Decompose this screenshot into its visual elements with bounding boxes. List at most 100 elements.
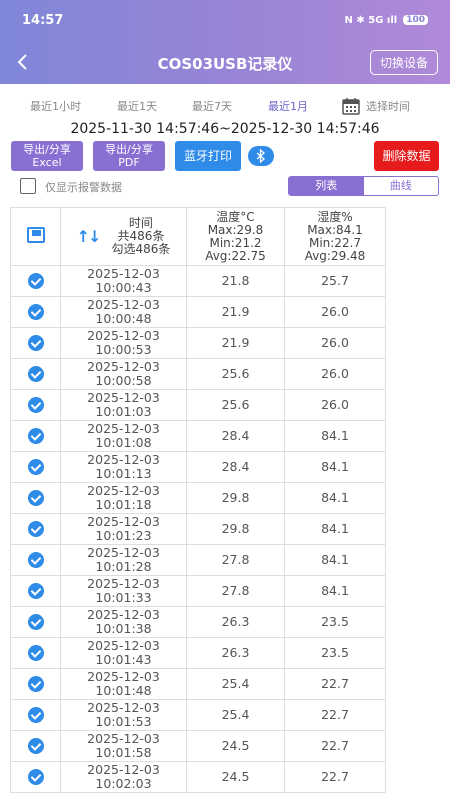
temp-avg: Avg:22.75: [205, 248, 266, 263]
row-date: 2025-12-03: [87, 545, 160, 560]
row-checkbox[interactable]: [27, 304, 44, 320]
table-row[interactable]: 2025-12-03 10:01:13 28.4 84.1: [10, 451, 386, 483]
action-row: 导出/分享 Excel 导出/分享 PDF 蓝牙打印 删除数据: [0, 141, 450, 171]
row-time-cell: 2025-12-03 10:01:13: [60, 451, 187, 483]
row-checkbox[interactable]: [27, 738, 44, 754]
table-row[interactable]: 2025-12-03 10:01:53 25.4 22.7: [10, 699, 386, 731]
row-time-cell: 2025-12-03 10:01:58: [60, 730, 187, 762]
row-time-cell: 2025-12-03 10:01:48: [60, 668, 187, 700]
row-temp-cell: 27.8: [186, 544, 285, 576]
row-checkbox[interactable]: [27, 676, 44, 692]
table-row[interactable]: 2025-12-03 10:01:38 26.3 23.5: [10, 606, 386, 638]
row-temp-cell: 28.4: [186, 420, 285, 452]
row-temp-cell: 21.9: [186, 296, 285, 328]
row-checkbox[interactable]: [27, 490, 44, 506]
tab-last-day[interactable]: 最近1天: [117, 98, 157, 114]
row-humidity-cell: 26.0: [284, 389, 386, 421]
row-checkbox[interactable]: [27, 459, 44, 475]
row-checkbox[interactable]: [27, 335, 44, 351]
row-time-cell: 2025-12-03 10:01:53: [60, 699, 187, 731]
table-row[interactable]: 2025-12-03 10:00:53 21.9 26.0: [10, 327, 386, 359]
pick-time-button[interactable]: 选择时间: [342, 97, 410, 115]
row-checkbox[interactable]: [27, 707, 44, 723]
export-pdf-button[interactable]: 导出/分享 PDF: [93, 141, 165, 171]
row-time-cell: 2025-12-03 10:00:58: [60, 358, 187, 390]
table-row[interactable]: 2025-12-03 10:00:48 21.9 26.0: [10, 296, 386, 328]
data-table-container: ↑↓ 时间 共486条 勾选486条 温度°C Max:29.8 Min:21.…: [10, 207, 386, 793]
row-time-cell: 2025-12-03 10:01:03: [60, 389, 187, 421]
row-select-cell: [10, 606, 61, 638]
view-toggle: 列表 曲线: [288, 176, 439, 196]
row-checkbox[interactable]: [27, 552, 44, 568]
signal-icons: N ✱ 5G ıll: [344, 14, 398, 26]
row-humidity-cell: 84.1: [284, 544, 386, 576]
row-temp-cell: 26.3: [186, 606, 285, 638]
bluetooth-icon[interactable]: [248, 146, 274, 166]
row-checkbox[interactable]: [27, 273, 44, 289]
row-checkbox[interactable]: [27, 366, 44, 382]
row-checkbox[interactable]: [27, 583, 44, 599]
row-select-cell: [10, 699, 61, 731]
row-checkbox[interactable]: [27, 428, 44, 444]
row-humidity-cell: 84.1: [284, 451, 386, 483]
select-all-checkbox[interactable]: [26, 227, 45, 243]
row-select-cell: [10, 482, 61, 514]
bluetooth-print-button[interactable]: 蓝牙打印: [175, 141, 241, 171]
table-row[interactable]: 2025-12-03 10:01:28 27.8 84.1: [10, 544, 386, 576]
row-checkbox[interactable]: [27, 645, 44, 661]
row-humidity-cell: 22.7: [284, 761, 386, 793]
row-humidity-cell: 26.0: [284, 358, 386, 390]
row-time: 10:01:08: [95, 435, 152, 450]
table-row[interactable]: 2025-12-03 10:00:43 21.8 25.7: [10, 265, 386, 297]
row-checkbox[interactable]: [27, 614, 44, 630]
row-humidity-cell: 26.0: [284, 327, 386, 359]
row-time-cell: 2025-12-03 10:01:23: [60, 513, 187, 545]
row-time: 10:01:13: [95, 466, 152, 481]
view-list-tab[interactable]: 列表: [289, 177, 364, 195]
row-time-cell: 2025-12-03 10:01:43: [60, 637, 187, 669]
row-time-cell: 2025-12-03 10:00:43: [60, 265, 187, 297]
row-checkbox[interactable]: [27, 521, 44, 537]
row-checkbox[interactable]: [27, 769, 44, 785]
row-select-cell: [10, 389, 61, 421]
row-time: 10:01:48: [95, 683, 152, 698]
alarm-only-checkbox[interactable]: [20, 178, 36, 194]
table-row[interactable]: 2025-12-03 10:01:33 27.8 84.1: [10, 575, 386, 607]
filter-row: 仅显示报警数据 列表 曲线: [0, 176, 450, 198]
row-time: 10:01:58: [95, 745, 152, 760]
table-row[interactable]: 2025-12-03 10:00:58 25.6 26.0: [10, 358, 386, 390]
table-row[interactable]: 2025-12-03 10:01:43 26.3 23.5: [10, 637, 386, 669]
row-checkbox[interactable]: [27, 397, 44, 413]
row-date: 2025-12-03: [87, 700, 160, 715]
table-row[interactable]: 2025-12-03 10:02:03 24.5 22.7: [10, 761, 386, 793]
row-humidity-cell: 84.1: [284, 513, 386, 545]
delete-data-button[interactable]: 删除数据: [374, 141, 439, 171]
row-date: 2025-12-03: [87, 638, 160, 653]
table-row[interactable]: 2025-12-03 10:01:23 29.8 84.1: [10, 513, 386, 545]
row-date: 2025-12-03: [87, 390, 160, 405]
row-humidity-cell: 84.1: [284, 482, 386, 514]
view-curve-tab[interactable]: 曲线: [364, 177, 439, 195]
sort-icon[interactable]: ↑↓: [77, 229, 102, 245]
temp-header: 温度°C Max:29.8 Min:21.2 Avg:22.75: [186, 207, 285, 266]
table-row[interactable]: 2025-12-03 10:01:08 28.4 84.1: [10, 420, 386, 452]
back-button[interactable]: [0, 40, 44, 84]
row-date: 2025-12-03: [87, 669, 160, 684]
export-pdf-label-2: PDF: [118, 156, 140, 169]
row-select-cell: [10, 761, 61, 793]
export-pdf-label-1: 导出/分享: [105, 143, 153, 156]
table-row[interactable]: 2025-12-03 10:01:03 25.6 26.0: [10, 389, 386, 421]
row-select-cell: [10, 668, 61, 700]
tab-last-week[interactable]: 最近7天: [192, 98, 232, 114]
tab-last-month[interactable]: 最近1月: [268, 98, 308, 114]
selected-count: 勾选486条: [111, 242, 171, 256]
table-row[interactable]: 2025-12-03 10:01:58 24.5 22.7: [10, 730, 386, 762]
row-date: 2025-12-03: [87, 514, 160, 529]
export-excel-button[interactable]: 导出/分享 Excel: [11, 141, 83, 171]
tab-last-hour[interactable]: 最近1小时: [30, 98, 81, 114]
table-row[interactable]: 2025-12-03 10:01:48 25.4 22.7: [10, 668, 386, 700]
table-row[interactable]: 2025-12-03 10:01:18 29.8 84.1: [10, 482, 386, 514]
row-time: 10:00:53: [95, 342, 152, 357]
switch-device-button[interactable]: 切换设备: [369, 50, 438, 75]
date-range: 2025-11-30 14:57:46~2025-12-30 14:57:46: [70, 121, 380, 137]
